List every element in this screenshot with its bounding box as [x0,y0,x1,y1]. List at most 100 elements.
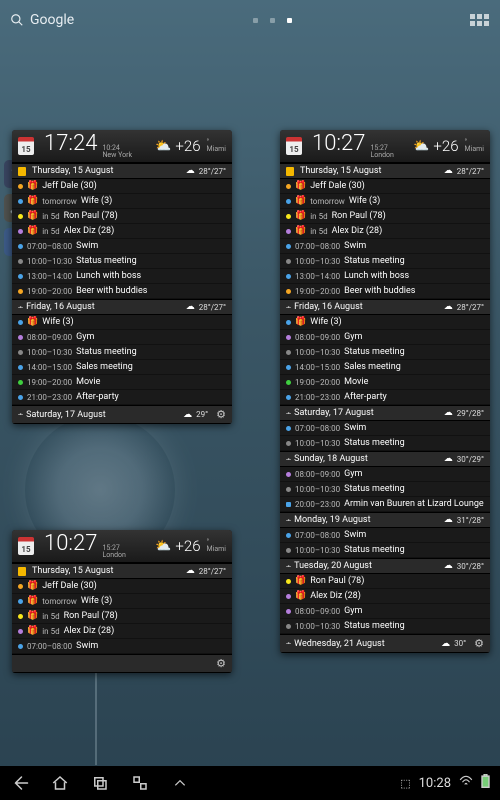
event-title: Beer with buddies [76,286,147,296]
day-weather-icon: ☁ [444,454,453,464]
event-row[interactable]: 10:00–10:30Status meeting [280,543,490,558]
event-row[interactable]: 10:00–10:30Status meeting [280,482,490,497]
clock-primary: 10:2715:27London [312,133,394,159]
day-header[interactable]: -•-Monday, 19 August☁31°/28° [280,512,490,528]
event-title: Lunch with boss [344,271,409,281]
nav-collapse-button[interactable] [170,773,190,793]
event-row[interactable]: 19:00–20:00Movie [280,375,490,390]
event-row[interactable]: 07:00–08:00Swim [280,239,490,254]
event-row[interactable]: 🎁tomorrowWife (3) [12,194,232,209]
event-prefix: in 5d [42,627,59,636]
calendar-widget-b[interactable]: 1510:2715:27London⛅+26°MiamiThursday, 15… [280,130,490,653]
event-row[interactable]: 21:00–23:00After-party [280,390,490,405]
weather-city: °Miami [465,139,484,153]
back-button[interactable] [10,773,30,793]
event-row[interactable]: 10:00–10:30Status meeting [12,254,232,269]
status-notification-icon[interactable]: ⬚ [400,777,410,790]
statusbar-clock[interactable]: 10:28 [419,776,451,791]
app-drawer-button[interactable] [470,10,490,30]
event-row[interactable]: 🎁Ron Paul (78) [280,574,490,589]
day-header[interactable]: -•-Saturday, 17 August☁29°/28° [280,405,490,421]
event-row[interactable]: 14:00–15:00Sales meeting [12,360,232,375]
recents-button[interactable] [90,773,110,793]
day-weather-icon: ☁ [186,166,195,176]
event-row[interactable]: 🎁tomorrowWife (3) [12,594,232,609]
event-row[interactable]: 07:00–08:00Swim [280,421,490,436]
event-row[interactable]: 🎁Wife (3) [12,315,232,330]
day-header[interactable]: Thursday, 15 August☁28°/27° [280,163,490,179]
screenshot-button[interactable] [130,773,150,793]
event-row[interactable]: 🎁Jeff Dale (30) [12,179,232,194]
event-row[interactable]: 🎁in 5dRon Paul (78) [12,609,232,624]
widget-header[interactable]: 1510:2715:27London⛅+26°Miami [12,530,232,563]
event-row[interactable]: 13:00–14:00Lunch with boss [280,269,490,284]
event-title: Alex Diz (28) [64,626,115,636]
event-row[interactable]: 08:00–09:00Gym [12,330,232,345]
event-row[interactable]: 🎁Jeff Dale (30) [12,579,232,594]
day-header[interactable]: Thursday, 15 August☁28°/27° [12,563,232,579]
event-row[interactable]: 20:00–23:00Armin van Buuren at Lizard Lo… [280,497,490,512]
event-row[interactable]: 10:00–10:30Status meeting [280,254,490,269]
event-color-dot [18,614,23,619]
system-navbar: ⬚ 10:28 [0,766,500,800]
event-row[interactable]: 🎁in 5dRon Paul (78) [280,209,490,224]
event-title: Status meeting [344,347,405,357]
day-header[interactable]: -•-Saturday, 17 August☁29°⚙ [12,405,232,424]
event-row[interactable]: 🎁Alex Diz (28) [280,589,490,604]
event-row[interactable]: 10:00–10:30Status meeting [280,345,490,360]
event-row[interactable]: 10:00–10:30Status meeting [12,345,232,360]
battery-icon [481,774,490,792]
event-row[interactable]: 10:00–10:30Status meeting [280,619,490,634]
day-hilo: 29°/28° [457,409,484,418]
calendar-widget-c[interactable]: 1510:2715:27London⛅+26°MiamiThursday, 15… [12,530,232,673]
gear-icon[interactable]: ⚙ [216,408,226,421]
event-row[interactable]: 08:00–09:00Gym [280,467,490,482]
google-search[interactable]: Google [10,12,74,28]
event-title: Status meeting [344,545,405,555]
day-header[interactable]: -•-Friday, 16 August☁28°/27° [12,299,232,315]
event-row[interactable]: 08:00–09:00Gym [280,330,490,345]
event-row[interactable]: 07:00–08:00Swim [12,239,232,254]
day-header[interactable]: -•-Tuesday, 20 August☁30°/28° [280,558,490,574]
event-row[interactable]: 🎁tomorrowWife (3) [280,194,490,209]
calendar-widget-a[interactable]: 1517:2410:24New York⛅+26°MiamiThursday, … [12,130,232,424]
event-row[interactable]: 13:00–14:00Lunch with boss [12,269,232,284]
event-time: 10:00–10:30 [295,622,340,631]
home-button[interactable] [50,773,70,793]
event-title: Status meeting [344,438,405,448]
clock-primary: 10:2715:27London [44,533,126,559]
event-row[interactable]: 🎁Wife (3) [280,315,490,330]
widget-header[interactable]: 1517:2410:24New York⛅+26°Miami [12,130,232,163]
event-row[interactable]: 🎁in 5dRon Paul (78) [12,209,232,224]
event-title: Gym [344,469,362,479]
event-row[interactable]: 10:00–10:30Status meeting [280,436,490,451]
event-row[interactable]: 🎁in 5dAlex Diz (28) [12,624,232,639]
event-color-dot [286,229,291,234]
event-row[interactable]: 19:00–20:00Beer with buddies [12,284,232,299]
widget-header[interactable]: 1510:2715:27London⛅+26°Miami [280,130,490,163]
gear-icon[interactable]: ⚙ [474,637,484,650]
event-row[interactable]: 07:00–08:00Swim [280,528,490,543]
event-title: Gym [344,606,362,616]
event-row[interactable]: 🎁Jeff Dale (30) [280,179,490,194]
today-indicator [18,167,26,176]
event-color-dot [286,365,291,370]
day-header[interactable]: Thursday, 15 August☁28°/27° [12,163,232,179]
day-header[interactable]: -•-Sunday, 18 August☁30°/29° [280,451,490,467]
event-row[interactable]: 19:00–20:00Beer with buddies [280,284,490,299]
day-header[interactable]: -•-Friday, 16 August☁28°/27° [280,299,490,315]
event-row[interactable]: 14:00–15:00Sales meeting [280,360,490,375]
gear-icon[interactable]: ⚙ [216,657,226,670]
day-label: Saturday, 17 August [294,408,374,418]
event-row[interactable]: 21:00–23:00After-party [12,390,232,405]
event-row[interactable]: 🎁in 5dAlex Diz (28) [280,224,490,239]
event-row[interactable]: 19:00–20:00Movie [12,375,232,390]
day-header[interactable]: -•-Wednesday, 21 August☁30°⚙ [280,634,490,653]
event-row[interactable]: 🎁in 5dAlex Diz (28) [12,224,232,239]
event-time: 08:00–09:00 [295,607,340,616]
event-row[interactable]: 07:00–08:00Swim [12,639,232,654]
event-title: After-party [76,392,119,402]
event-title: Armin van Buuren at Lizard Lounge [344,499,484,509]
event-row[interactable]: 08:00–09:00 Gym [280,604,490,619]
calendar-icon: 15 [18,137,34,155]
